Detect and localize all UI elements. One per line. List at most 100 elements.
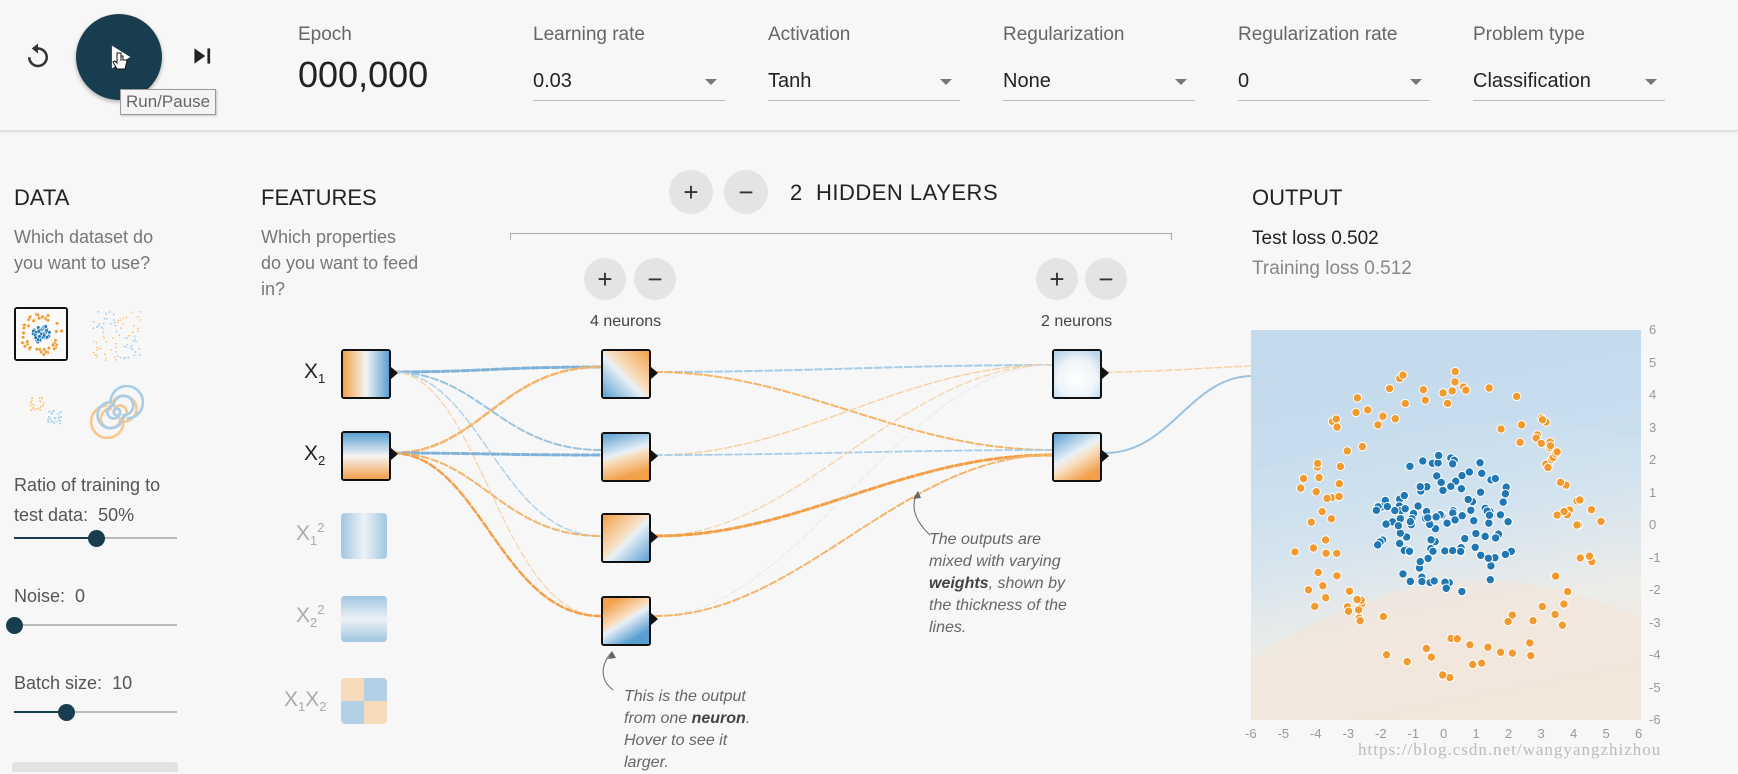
neuron-l1-4[interactable] bbox=[601, 596, 651, 646]
y-tick-label: -4 bbox=[1649, 647, 1661, 662]
data-point-blue bbox=[1485, 574, 1495, 585]
feature-x2-node[interactable] bbox=[341, 431, 391, 481]
step-button[interactable] bbox=[184, 38, 220, 74]
layer1-remove-neuron-button[interactable]: − bbox=[634, 258, 676, 300]
thumb-point bbox=[116, 354, 120, 358]
neuron-l1-3[interactable] bbox=[601, 513, 651, 563]
dataset-gaussian[interactable] bbox=[20, 385, 74, 439]
neuron-l2-2[interactable] bbox=[1052, 432, 1102, 482]
minus-icon: − bbox=[1098, 263, 1114, 294]
link-n3-m2 bbox=[653, 453, 1054, 538]
data-point-blue bbox=[1469, 516, 1479, 526]
data-point-orange bbox=[1572, 520, 1582, 530]
reset-button[interactable] bbox=[20, 38, 56, 74]
thumb-point bbox=[116, 318, 120, 323]
thumb-point bbox=[111, 312, 116, 317]
data-point-blue bbox=[1404, 546, 1415, 556]
thumb-point bbox=[97, 322, 101, 326]
data-point-orange bbox=[1332, 571, 1342, 581]
activation-select[interactable]: Tanh bbox=[768, 66, 960, 101]
thumb-point bbox=[127, 334, 131, 338]
thumb-point bbox=[91, 339, 96, 343]
link-n1-m2 bbox=[654, 371, 1053, 451]
regularization-select[interactable]: None bbox=[1003, 66, 1195, 101]
feature-x1x2-label: X1X2 bbox=[284, 688, 327, 715]
thumb-point bbox=[113, 324, 118, 328]
data-point-orange bbox=[1503, 616, 1513, 627]
test-loss: Test loss 0.502 bbox=[1252, 228, 1379, 249]
neuron-l1-1-arrow bbox=[651, 367, 658, 379]
spiral-dataset-thumbnail bbox=[90, 385, 144, 439]
data-point-blue bbox=[1455, 546, 1466, 557]
feature-x1x2-node[interactable] bbox=[341, 678, 387, 724]
features-question: Which properties do you want to feed in? bbox=[261, 227, 419, 299]
noise-slider[interactable] bbox=[6, 617, 177, 634]
data-point-orange bbox=[1313, 567, 1323, 578]
hidden-layer-count: 2 bbox=[790, 180, 803, 205]
add-layer-button[interactable]: + bbox=[669, 170, 713, 214]
thumb-point bbox=[50, 342, 55, 347]
dataset-circle[interactable] bbox=[14, 307, 68, 361]
thumb-point bbox=[139, 318, 143, 322]
thumb-point bbox=[53, 416, 57, 420]
chevron-down-icon bbox=[705, 79, 717, 85]
output-decision-plot[interactable] bbox=[1251, 330, 1641, 720]
data-point-blue bbox=[1460, 533, 1470, 544]
neuron-l2-1[interactable] bbox=[1052, 349, 1102, 399]
data-point-orange bbox=[1584, 551, 1595, 561]
layer1-add-neuron-button[interactable]: + bbox=[584, 258, 626, 300]
neuron-l1-2[interactable] bbox=[601, 432, 651, 482]
feature-x2-squared-node[interactable] bbox=[341, 596, 387, 642]
neuron-annotation: This is the output from one neuron. Hove… bbox=[624, 688, 751, 771]
problem-type-select[interactable]: Classification bbox=[1473, 66, 1665, 101]
data-point-blue bbox=[1446, 481, 1456, 492]
layer2-add-neuron-button[interactable]: + bbox=[1036, 258, 1078, 300]
data-point-blue bbox=[1431, 512, 1441, 522]
batch-size-slider[interactable] bbox=[14, 704, 177, 721]
training-loss: Training loss 0.512 bbox=[1252, 258, 1412, 279]
feature-x1-node[interactable] bbox=[341, 349, 391, 399]
data-point-orange bbox=[1351, 407, 1361, 418]
dataset-xor[interactable] bbox=[90, 309, 144, 363]
data-point-orange bbox=[1555, 477, 1566, 488]
y-tick-label: -6 bbox=[1649, 712, 1661, 727]
data-point-orange bbox=[1308, 543, 1319, 553]
data-point-blue bbox=[1456, 483, 1467, 494]
thumb-point bbox=[136, 315, 140, 319]
layer2-remove-neuron-button[interactable]: − bbox=[1085, 258, 1127, 300]
data-point-orange bbox=[1507, 648, 1518, 658]
data-point-orange bbox=[1320, 535, 1331, 545]
data-point-blue bbox=[1415, 481, 1425, 492]
y-tick-label: -3 bbox=[1649, 614, 1661, 630]
neuron-l1-1[interactable] bbox=[601, 349, 651, 399]
x-tick-label: -6 bbox=[1245, 726, 1257, 741]
batch-size-slider-handle[interactable] bbox=[58, 704, 76, 721]
data-point-orange bbox=[1484, 383, 1494, 393]
thumb-point bbox=[95, 325, 99, 329]
noise-slider-handle[interactable] bbox=[6, 617, 23, 634]
top-controls-bar: Run/Pause Epoch 000,000 Learning rate 0.… bbox=[0, 0, 1738, 131]
ratio-slider-handle[interactable] bbox=[87, 530, 105, 547]
link-n2-m1 bbox=[654, 364, 1053, 456]
x-tick-label: 2 bbox=[1505, 726, 1513, 741]
data-point-orange bbox=[1398, 370, 1408, 380]
data-point-blue bbox=[1381, 519, 1391, 529]
data-point-orange bbox=[1312, 458, 1323, 469]
dataset-spiral[interactable] bbox=[90, 385, 144, 439]
y-tick-label: 4 bbox=[1649, 387, 1657, 402]
cursor-hand-icon bbox=[112, 52, 128, 70]
learning-rate-select[interactable]: 0.03 bbox=[533, 66, 725, 101]
remove-layer-button[interactable]: − bbox=[724, 170, 768, 214]
data-point-orange bbox=[1442, 398, 1453, 409]
data-point-blue bbox=[1372, 540, 1383, 550]
feature-x1-squared-node[interactable] bbox=[341, 513, 387, 559]
ratio-slider[interactable] bbox=[14, 530, 177, 547]
regularization-rate-select[interactable]: 0 bbox=[1238, 66, 1430, 101]
data-point-orange bbox=[1418, 385, 1429, 395]
regenerate-button[interactable] bbox=[12, 762, 178, 772]
data-point-orange bbox=[1381, 650, 1392, 660]
play-pause-button[interactable] bbox=[76, 14, 162, 100]
data-point-blue bbox=[1433, 450, 1444, 461]
thumb-point bbox=[40, 396, 44, 401]
data-point-orange bbox=[1511, 391, 1522, 402]
